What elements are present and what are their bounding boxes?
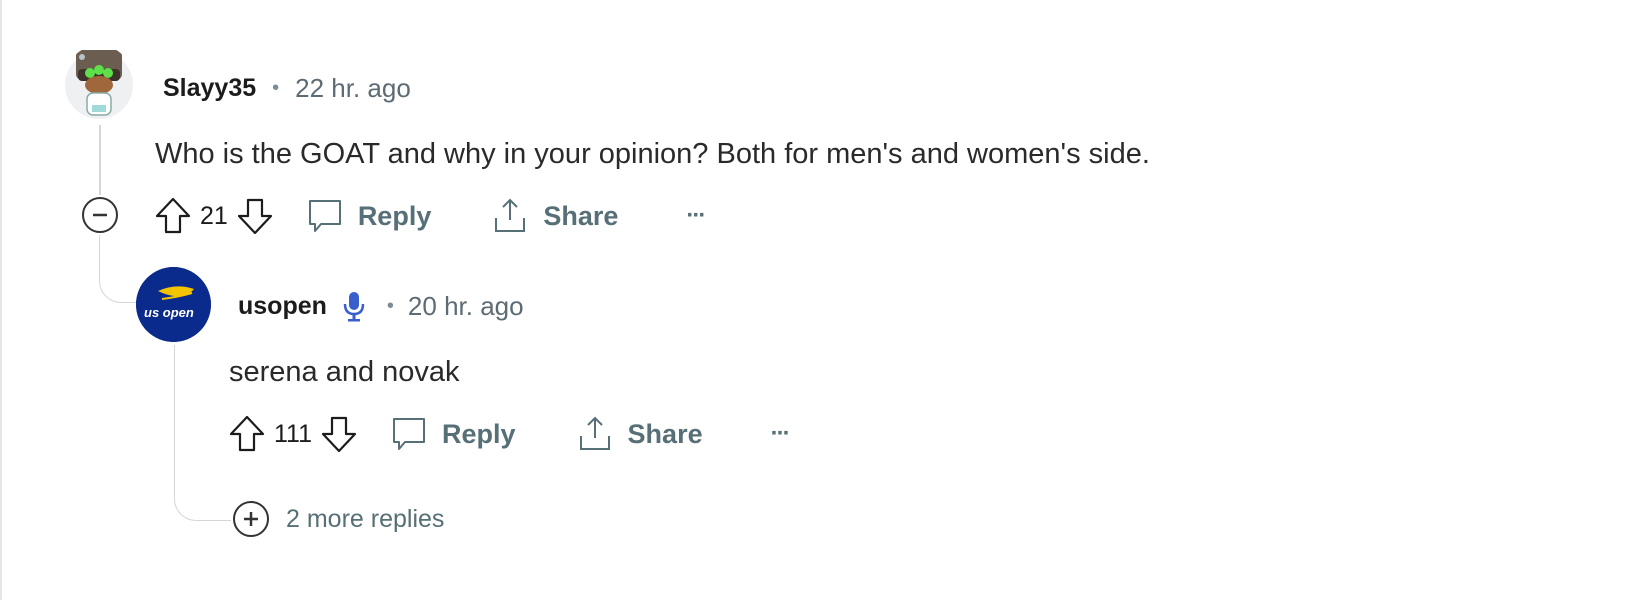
share-label: Share bbox=[627, 418, 703, 449]
plus-circle-icon bbox=[232, 500, 270, 538]
reply-button[interactable]: Reply bbox=[390, 414, 516, 454]
downvote-icon[interactable] bbox=[320, 414, 358, 454]
share-icon bbox=[491, 196, 529, 236]
share-button[interactable]: Share bbox=[576, 414, 703, 454]
comment-header: Slayy35 • 22 hr. ago bbox=[163, 70, 411, 106]
thread-connector bbox=[99, 235, 136, 303]
comment-body: Who is the GOAT and why in your opinion?… bbox=[155, 138, 1150, 170]
more-options-button[interactable]: ··· bbox=[771, 420, 791, 448]
thread-connector bbox=[174, 345, 231, 521]
username[interactable]: usopen bbox=[238, 292, 327, 321]
more-replies-button[interactable]: 2 more replies bbox=[232, 500, 444, 538]
more-options-button[interactable]: ··· bbox=[686, 202, 706, 230]
comment-thread: Slayy35 • 22 hr. ago Who is the GOAT and… bbox=[0, 0, 1633, 600]
reply-label: Reply bbox=[442, 418, 516, 449]
comment-header: usopen • 20 hr. ago bbox=[238, 288, 524, 324]
separator-dot: • bbox=[386, 294, 394, 317]
vote-count: 21 bbox=[200, 201, 228, 230]
share-label: Share bbox=[543, 200, 619, 231]
vote-count: 111 bbox=[274, 419, 313, 448]
usopen-avatar[interactable]: us open bbox=[136, 267, 211, 342]
comment-bubble-icon bbox=[390, 414, 428, 454]
comment-bubble-icon bbox=[306, 196, 344, 236]
usopen-logo-text: us open bbox=[144, 305, 194, 320]
comment-body: serena and novak bbox=[229, 356, 460, 388]
upvote-icon[interactable] bbox=[228, 414, 266, 454]
microphone-icon bbox=[341, 290, 367, 322]
upvote-icon[interactable] bbox=[154, 196, 192, 236]
reply-button[interactable]: Reply bbox=[306, 196, 432, 236]
downvote-icon[interactable] bbox=[236, 196, 274, 236]
comment-actions: 111 Reply Share ··· bbox=[228, 412, 791, 456]
timestamp[interactable]: 22 hr. ago bbox=[295, 73, 411, 104]
more-replies-label: 2 more replies bbox=[286, 504, 445, 533]
thread-line[interactable] bbox=[99, 125, 101, 195]
timestamp[interactable]: 20 hr. ago bbox=[408, 291, 524, 322]
user-avatar[interactable] bbox=[64, 45, 134, 121]
share-icon bbox=[576, 414, 614, 454]
separator-dot: • bbox=[272, 76, 280, 99]
comment-actions: 21 Reply Share ··· bbox=[154, 194, 706, 238]
reply-label: Reply bbox=[357, 200, 432, 231]
minus-circle-icon[interactable] bbox=[81, 196, 119, 234]
username[interactable]: Slayy35 bbox=[163, 74, 256, 103]
share-button[interactable]: Share bbox=[491, 196, 618, 236]
